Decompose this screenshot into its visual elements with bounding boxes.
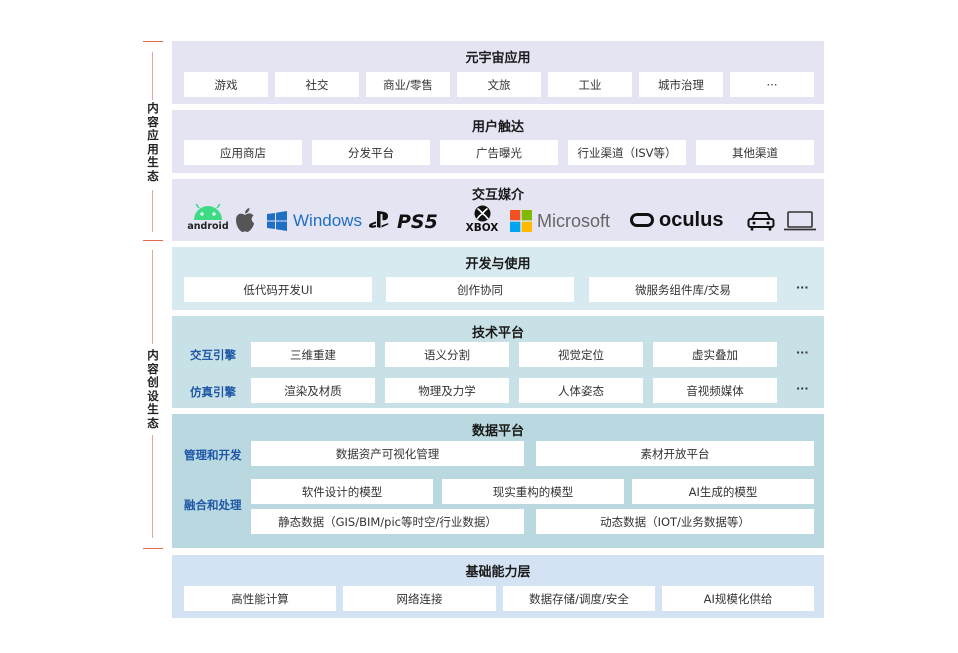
laptop-icon	[784, 211, 816, 231]
oculus-logo: oculus	[630, 208, 723, 232]
side-line	[152, 250, 153, 344]
reach-item: 行业渠道（ISV等）	[568, 140, 686, 165]
android-logo: android	[187, 204, 229, 238]
windows-icon	[267, 211, 287, 231]
app-item: 文旅	[457, 72, 541, 97]
dev-item: 微服务组件库/交易	[589, 277, 777, 302]
layer-title: 交互媒介	[471, 188, 524, 203]
data-source-item: 动态数据（IOT/业务数据等）	[536, 509, 814, 534]
tech-item: 视觉定位	[519, 342, 643, 367]
side-marker-bottom	[143, 548, 163, 549]
model-item: 软件设计的模型	[251, 479, 433, 504]
xbox-logo: XBOX	[464, 205, 500, 239]
layer-interaction-media: 交互媒介 android Windows PS5 XBOX Microsoft …	[172, 179, 824, 241]
tech-item: 渲染及材质	[251, 378, 375, 403]
side-line	[152, 435, 153, 538]
layer-title: 数据平台	[471, 424, 524, 439]
layer-title: 技术平台	[471, 326, 524, 341]
reach-item: 其他渠道	[696, 140, 814, 165]
more-ellipsis: ···	[796, 346, 809, 359]
side-line	[152, 52, 153, 100]
tech-item: 音视频媒体	[653, 378, 777, 403]
infra-item: 高性能计算	[184, 586, 336, 611]
more-ellipsis: ···	[796, 382, 809, 395]
oculus-icon	[630, 213, 654, 227]
data-item: 素材开放平台	[536, 441, 814, 466]
dev-item: 低代码开发UI	[184, 277, 372, 302]
side-line	[152, 190, 153, 232]
tech-item: 虚实叠加	[653, 342, 777, 367]
android-wordmark: android	[187, 221, 229, 232]
side-marker-middle	[143, 240, 163, 241]
reach-item: 广告曝光	[440, 140, 558, 165]
app-item: ···	[730, 72, 814, 97]
layer-title: 开发与使用	[465, 257, 531, 272]
tech-item: 物理及力学	[385, 378, 509, 403]
layer-dev-use: 开发与使用 低代码开发UI 创作协同 微服务组件库/交易 ···	[172, 247, 824, 310]
layer-tech-platform: 技术平台 交互引擎 三维重建 语义分割 视觉定位 虚实叠加 ··· 仿真引擎 渲…	[172, 316, 824, 408]
apple-logo	[234, 206, 258, 234]
infra-item: 网络连接	[343, 586, 496, 611]
app-item: 工业	[548, 72, 632, 97]
model-item: AI生成的模型	[632, 479, 814, 504]
tech-item: 三维重建	[251, 342, 375, 367]
model-item: 现实重构的模型	[442, 479, 624, 504]
app-item: 商业/零售	[366, 72, 450, 97]
xbox-wordmark: XBOX	[465, 222, 499, 234]
row-label-interaction-engine: 交互引擎	[190, 348, 236, 362]
row-label-management: 管理和开发	[184, 448, 242, 462]
tech-item: 人体姿态	[519, 378, 643, 403]
android-icon	[194, 204, 222, 220]
layer-title: 用户触达	[471, 120, 524, 135]
data-source-item: 静态数据（GIS/BIM/pic等时空/行业数据）	[251, 509, 524, 534]
row-label-simulation-engine: 仿真引擎	[190, 385, 236, 399]
layer-title: 元宇宙应用	[465, 51, 531, 66]
app-item: 城市治理	[639, 72, 723, 97]
car-device	[747, 210, 775, 232]
more-ellipsis: ···	[796, 281, 809, 294]
dev-item: 创作协同	[386, 277, 574, 302]
side-marker-top	[143, 41, 163, 42]
app-item: 社交	[275, 72, 359, 97]
microsoft-icon	[510, 210, 532, 232]
app-item: 游戏	[184, 72, 268, 97]
reach-item: 应用商店	[184, 140, 302, 165]
ps5-logo: PS5	[369, 209, 455, 233]
reach-item: 分发平台	[312, 140, 430, 165]
xbox-icon	[474, 205, 490, 222]
laptop-device	[784, 210, 816, 232]
side-label-content-application: 内容应用生态	[147, 101, 159, 183]
side-label-content-creation: 内容创设生态	[147, 348, 159, 430]
layer-user-reach: 用户触达 应用商店 分发平台 广告曝光 行业渠道（ISV等） 其他渠道	[172, 110, 824, 173]
windows-logo: Windows	[267, 210, 362, 232]
car-icon	[747, 212, 775, 231]
layer-data-platform: 数据平台 管理和开发 数据资产可视化管理 素材开放平台 融合和处理 软件设计的模…	[172, 414, 824, 548]
infra-item: 数据存储/调度/安全	[503, 586, 655, 611]
playstation-ps5-icon: PS5	[369, 211, 438, 232]
oculus-wordmark: oculus	[659, 208, 724, 231]
row-label-fusion: 融合和处理	[184, 498, 242, 512]
apple-icon	[236, 208, 254, 232]
windows-wordmark: Windows	[293, 211, 362, 230]
infra-item: AI规模化供给	[662, 586, 814, 611]
data-item: 数据资产可视化管理	[251, 441, 524, 466]
microsoft-wordmark: Microsoft	[537, 210, 611, 231]
layer-title: 基础能力层	[465, 565, 531, 580]
microsoft-logo: Microsoft	[510, 209, 610, 233]
tech-item: 语义分割	[385, 342, 509, 367]
layer-metaverse-apps: 元宇宙应用 游戏 社交 商业/零售 文旅 工业 城市治理 ···	[172, 41, 824, 104]
svg-text:PS5: PS5	[397, 211, 438, 232]
layer-infrastructure: 基础能力层 高性能计算 网络连接 数据存储/调度/安全 AI规模化供给	[172, 555, 824, 618]
